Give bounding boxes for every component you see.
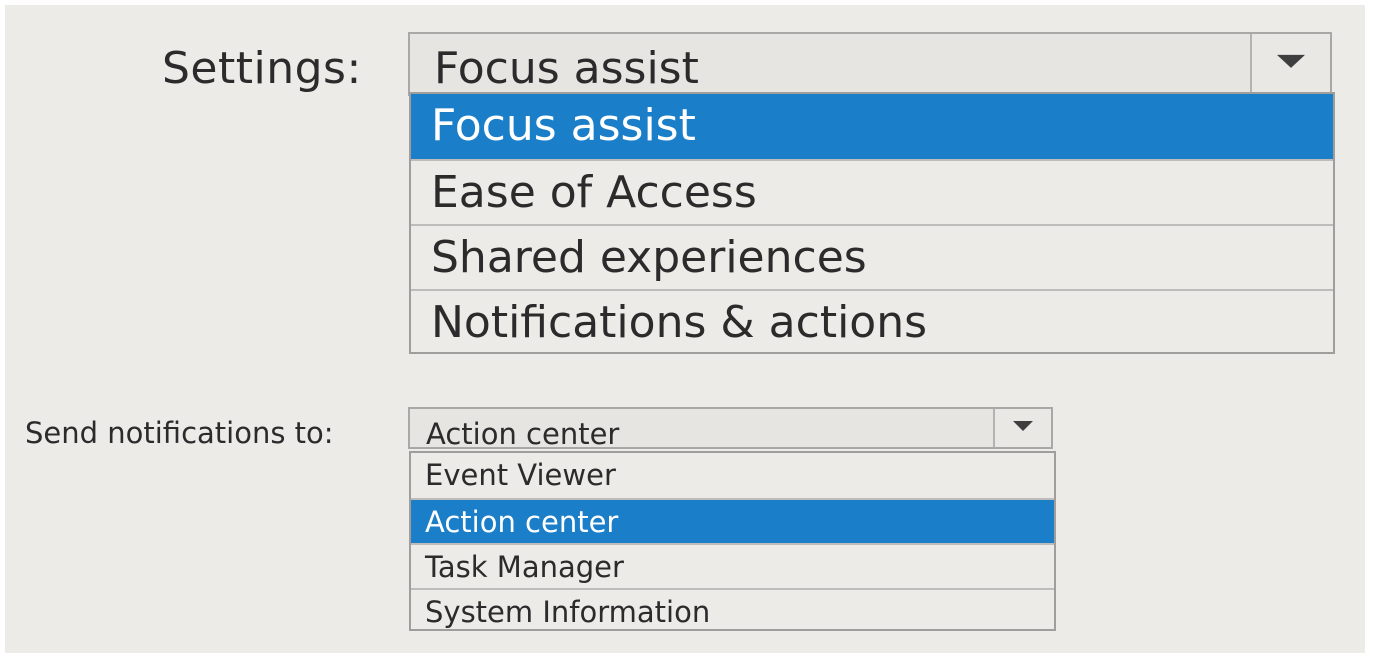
settings-option[interactable]: Focus assist — [411, 94, 1333, 159]
send-notifications-options-list: Event Viewer Action center Task Manager … — [409, 451, 1056, 631]
send-notifications-option[interactable]: System Information — [411, 588, 1054, 633]
settings-option[interactable]: Shared experiences — [411, 224, 1333, 289]
send-notifications-option[interactable]: Task Manager — [411, 543, 1054, 588]
send-notifications-dropdown[interactable]: Action center — [408, 407, 1053, 451]
send-notifications-option[interactable]: Action center — [411, 498, 1054, 543]
settings-option[interactable]: Ease of Access — [411, 159, 1333, 224]
settings-dropdown[interactable]: Focus assist — [408, 32, 1332, 96]
settings-label: Settings: — [162, 43, 362, 94]
settings-dropdown-button[interactable] — [1250, 34, 1330, 94]
settings-options-list: Focus assist Ease of Access Shared exper… — [409, 92, 1335, 354]
question-panel: Settings: Focus assist Focus assist Ease… — [5, 5, 1365, 653]
settings-option[interactable]: Notifications & actions — [411, 289, 1333, 354]
chevron-down-icon — [1013, 421, 1033, 431]
chevron-down-icon — [1277, 54, 1305, 68]
send-notifications-label: Send notifications to: — [25, 416, 334, 450]
send-notifications-dropdown-button[interactable] — [993, 409, 1051, 447]
send-notifications-option[interactable]: Event Viewer — [411, 453, 1054, 498]
